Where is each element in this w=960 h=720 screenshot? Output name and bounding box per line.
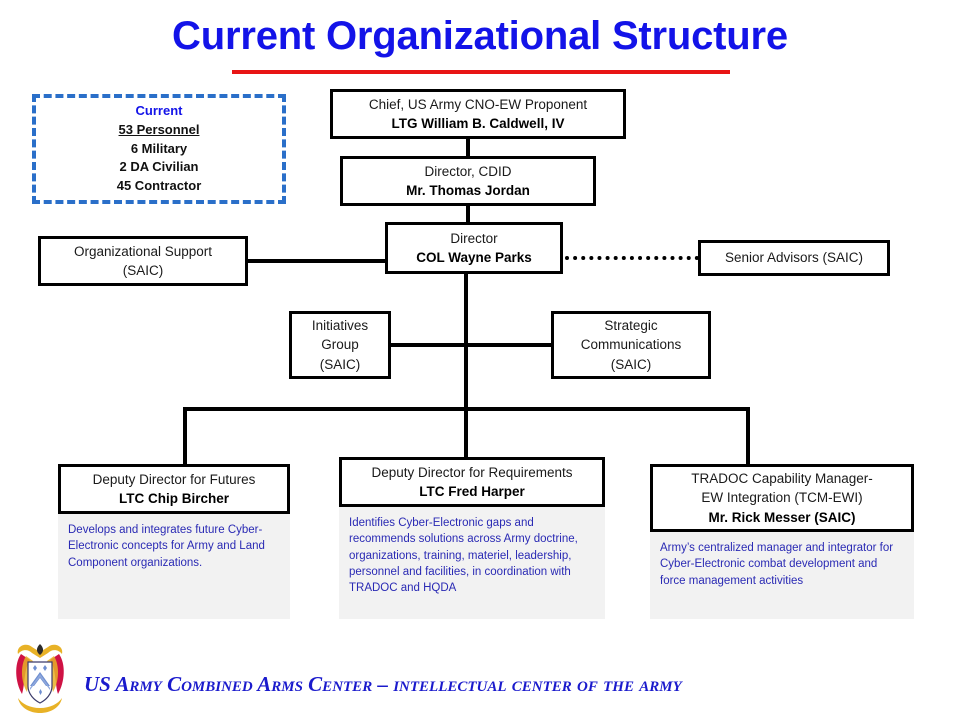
connector-bus-to-futures (183, 407, 187, 464)
node-futures-role: Deputy Director for Futures (92, 471, 256, 487)
connector-stem-to-strategic (464, 343, 553, 347)
connector-director-to-senior-advisors (565, 256, 699, 260)
personnel-contractor: 45 Contractor (116, 178, 202, 194)
node-strategic-communications[interactable]: Strategic Communications (SAIC) (551, 311, 711, 379)
connector-bus-to-tcmewi (746, 407, 750, 464)
node-cdid-role: Director, CDID (424, 163, 512, 179)
cac-crest-logo (16, 644, 64, 713)
node-chief[interactable]: Chief, US Army CNO-EW Proponent LTG Will… (330, 89, 626, 139)
desc-tcm-ewi: Army’s centralized manager and integrato… (650, 532, 914, 619)
connector-orgsupport-to-director (246, 259, 387, 263)
node-tcmewi-role-line1: TRADOC Capability Manager- (691, 471, 873, 487)
node-strategic-line2: Communications (580, 337, 682, 353)
node-tcmewi-person: Mr. Rick Messer (SAIC) (708, 509, 856, 525)
desc-futures: Develops and integrates future Cyber-Ele… (58, 514, 290, 619)
node-initiatives-line1: Initiatives (311, 318, 369, 334)
node-strategic-line3: (SAIC) (610, 356, 652, 372)
node-initiatives-group[interactable]: Initiatives Group (SAIC) (289, 311, 391, 379)
node-requirements-role: Deputy Director for Requirements (371, 464, 573, 480)
personnel-heading: Current (135, 102, 183, 118)
node-senior-advisors-label: Senior Advisors (SAIC) (724, 250, 864, 266)
node-tcmewi-role-line2: EW Integration (TCM-EWI) (701, 490, 863, 506)
node-deputy-director-futures[interactable]: Deputy Director for Futures LTC Chip Bir… (58, 464, 290, 514)
connector-bus-to-requirements (464, 407, 468, 457)
node-requirements-person: LTC Fred Harper (419, 484, 525, 499)
current-personnel-box: Current 53 Personnel 6 Military 2 DA Civ… (32, 94, 286, 204)
node-senior-advisors[interactable]: Senior Advisors (SAIC) (698, 240, 890, 276)
node-org-support-line2: (SAIC) (122, 263, 164, 278)
connector-chief-to-cdid (466, 139, 470, 156)
node-cdid-person: Mr. Thomas Jordan (406, 183, 530, 198)
footer-tagline: US Army Combined Arms Center – intellect… (84, 672, 682, 696)
node-deputy-director-requirements[interactable]: Deputy Director for Requirements LTC Fre… (339, 457, 605, 507)
node-director-person: COL Wayne Parks (416, 250, 532, 265)
node-initiatives-line3: (SAIC) (319, 356, 361, 372)
slide-canvas: Current Organizational Structure Current… (0, 0, 960, 720)
node-strategic-line1: Strategic (604, 318, 658, 334)
title-underline-rule (232, 70, 730, 74)
personnel-total: 53 Personnel (118, 121, 200, 137)
connector-initiatives-to-stem (389, 343, 467, 347)
personnel-military: 6 Military (130, 140, 188, 156)
desc-requirements: Identifies Cyber-Electronic gaps and rec… (339, 507, 605, 619)
node-futures-person: LTC Chip Bircher (118, 491, 229, 506)
node-tcm-ewi[interactable]: TRADOC Capability Manager- EW Integratio… (650, 464, 914, 532)
node-chief-person: LTG William B. Caldwell, IV (391, 116, 565, 131)
node-initiatives-line2: Group (321, 337, 359, 353)
node-chief-role: Chief, US Army CNO-EW Proponent (368, 96, 588, 112)
personnel-civilian: 2 DA Civilian (119, 159, 199, 175)
page-title: Current Organizational Structure (172, 14, 788, 58)
node-organizational-support[interactable]: Organizational Support (SAIC) (38, 236, 248, 286)
node-cdid[interactable]: Director, CDID Mr. Thomas Jordan (340, 156, 596, 206)
node-org-support-line1: Organizational Support (73, 243, 213, 259)
node-director[interactable]: Director COL Wayne Parks (385, 222, 563, 274)
node-director-role: Director (450, 230, 498, 246)
